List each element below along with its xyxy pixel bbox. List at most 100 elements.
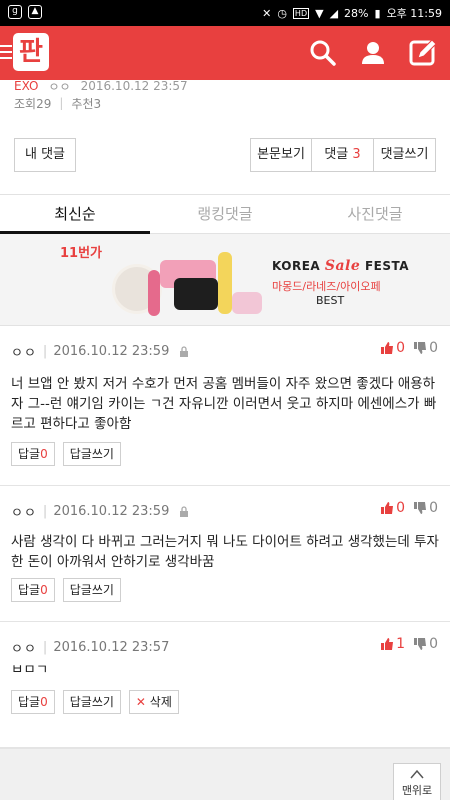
post-date: 2016.10.12 23:57 — [80, 79, 188, 93]
reply-count: 0 — [40, 583, 48, 597]
write-icon[interactable] — [408, 38, 438, 68]
reply-button[interactable]: 답글0 — [11, 578, 55, 602]
divider: | — [59, 96, 64, 110]
ad-sale-text: Sale — [324, 258, 361, 274]
my-comments-button[interactable]: 내 댓글 — [14, 138, 76, 172]
delete-button[interactable]: ✕ 삭제 — [128, 690, 179, 714]
yellow-bottle-image — [218, 252, 232, 314]
thumbs-down-icon — [414, 638, 427, 650]
ad-badge: 11번가 — [60, 246, 103, 261]
downvote-button[interactable]: 0 — [413, 340, 438, 356]
comment-nick: ㅇㅇ — [11, 346, 37, 361]
footer: 맨위로 — [0, 748, 450, 800]
ad-best: BEST — [316, 294, 345, 307]
user-icon[interactable] — [358, 38, 388, 68]
sort-tabs: 최신순 랭킹댓글 사진댓글 — [0, 194, 450, 234]
downvote-count: 0 — [429, 500, 438, 516]
thumbs-up-icon — [381, 502, 394, 514]
black-compact-image — [174, 278, 218, 310]
lock-icon — [180, 506, 189, 517]
comment-nick: ㅇㅇ — [11, 642, 37, 657]
cream-jar-image — [232, 292, 262, 314]
upvote-button[interactable]: 1 — [380, 636, 405, 652]
comments-count: 3 — [352, 147, 361, 162]
reply-button[interactable]: 답글0 — [11, 442, 55, 466]
status-bar: g ▲ ✕ ◷ HD ▼ ◢ 28% ▮ 오후 11:59 — [0, 0, 450, 26]
upvote-button[interactable]: 0 — [380, 340, 405, 356]
lipstick-image — [148, 270, 160, 316]
search-icon[interactable] — [308, 38, 338, 68]
close-icon: ✕ — [135, 695, 146, 709]
write-reply-button[interactable]: 답글쓰기 — [62, 442, 121, 466]
mute-icon: ✕ — [262, 6, 272, 20]
notification-icon: g — [8, 5, 22, 19]
battery-text: 28% — [344, 6, 369, 20]
battery-icon: ▮ — [374, 6, 381, 20]
lock-icon — [180, 346, 189, 357]
wifi-icon: ▼ — [315, 6, 324, 20]
comments-label: 댓글 — [324, 147, 349, 162]
post-meta: EXO ㅇㅇ 2016.10.12 23:57 조회29 | 추천3 — [14, 78, 188, 112]
reply-count: 0 — [40, 695, 48, 709]
ad-korea-text: KOREA — [272, 259, 321, 273]
write-comment-button[interactable]: 댓글쓰기 — [374, 138, 436, 172]
app-logo[interactable]: 판 — [13, 33, 49, 71]
comment-text: ㅂㅁㄱ — [11, 662, 49, 678]
comment-item: ㅇㅇ | 2016.10.12 23:59 0 0 사람 생각이 다 바뀌고 그… — [0, 486, 450, 622]
reply-count: 0 — [40, 447, 48, 461]
comment-text: 사람 생각이 다 바뀌고 그러는거지 뭐 나도 다이어트 하려고 생각했는데 투… — [11, 534, 439, 570]
signal-icon: ◢ — [329, 6, 339, 20]
comment-date: 2016.10.12 23:59 — [53, 504, 170, 519]
divider: | — [42, 640, 48, 655]
post-views: 조회29 — [14, 96, 52, 111]
ad-festa-text: FESTA — [364, 259, 410, 273]
hd-icon: HD — [292, 7, 310, 19]
comments-button[interactable]: 댓글 3 — [312, 138, 374, 172]
downvote-button[interactable]: 0 — [413, 500, 438, 516]
scroll-to-top-label: 맨위로 — [401, 784, 433, 797]
view-post-button[interactable]: 본문보기 — [250, 138, 312, 172]
post-recommends: 추천3 — [71, 96, 102, 111]
scroll-to-top-button[interactable]: 맨위로 — [393, 763, 441, 800]
app-header: 판 — [0, 26, 450, 80]
upvote-count: 0 — [396, 340, 406, 356]
reply-label: 답글 — [18, 583, 41, 597]
write-reply-button[interactable]: 답글쓰기 — [62, 578, 121, 602]
thumbs-down-icon — [414, 502, 427, 514]
comment-date: 2016.10.12 23:57 — [53, 640, 170, 655]
ad-title: KOREA Sale FESTA — [272, 258, 409, 274]
upvote-count: 1 — [396, 636, 406, 652]
divider: | — [42, 344, 48, 359]
alarm-icon: ◷ — [277, 6, 287, 20]
downvote-count: 0 — [429, 636, 438, 652]
thumbs-down-icon — [414, 342, 427, 354]
write-reply-button[interactable]: 답글쓰기 — [62, 690, 121, 714]
comment-item: ㅇㅇ | 2016.10.12 23:57 1 0 ㅂㅁㄱ 답글0 답글쓰기 ✕… — [0, 622, 450, 748]
divider: | — [42, 504, 48, 519]
reply-label: 답글 — [18, 447, 41, 461]
clock: 오후 11:59 — [386, 7, 442, 20]
chevron-up-icon — [410, 769, 424, 779]
upvote-count: 0 — [396, 500, 406, 516]
thumbs-up-icon — [381, 638, 394, 650]
downvote-count: 0 — [429, 340, 438, 356]
comment-item: ㅇㅇ | 2016.10.12 23:59 0 0 너 브앱 안 봤지 저거 수… — [0, 326, 450, 486]
reply-button[interactable]: 답글0 — [11, 690, 55, 714]
comment-nick: ㅇㅇ — [11, 506, 37, 521]
ad-brands: 마몽드/라네즈/아이오페 — [272, 280, 381, 293]
tab-ranking[interactable]: 랭킹댓글 — [150, 195, 300, 234]
upvote-button[interactable]: 0 — [380, 500, 405, 516]
image-icon: ▲ — [28, 5, 42, 19]
post-nick: ㅇㅇ — [48, 79, 71, 94]
post-author[interactable]: EXO — [14, 79, 38, 93]
tab-photo[interactable]: 사진댓글 — [300, 195, 450, 234]
menu-icon[interactable] — [0, 45, 14, 59]
thumbs-up-icon — [381, 342, 394, 354]
downvote-button[interactable]: 0 — [413, 636, 438, 652]
comment-toolbar: 내 댓글 본문보기 댓글 3 댓글쓰기 — [0, 138, 450, 172]
delete-label: 삭제 — [149, 695, 172, 709]
reply-label: 답글 — [18, 695, 41, 709]
tab-latest[interactable]: 최신순 — [0, 195, 150, 234]
ad-banner[interactable]: 11번가 KOREA Sale FESTA 마몽드/라네즈/아이오페 BEST — [0, 234, 450, 326]
comment-text: 너 브앱 안 봤지 저거 수호가 먼저 공홈 멤버들이 자주 왔으면 좋겠다 애… — [11, 376, 437, 432]
